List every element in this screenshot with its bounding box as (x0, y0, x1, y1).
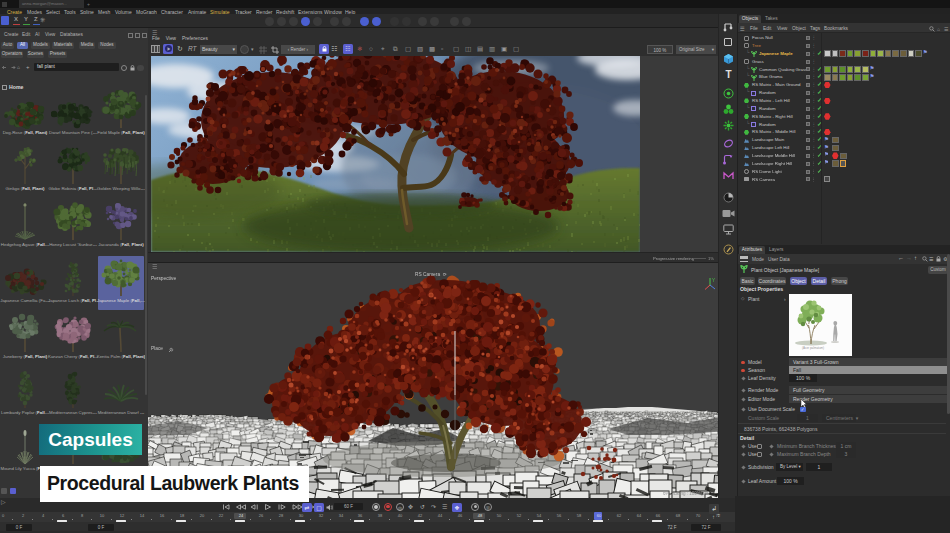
svg-text:(Acer palmatum): (Acer palmatum) (802, 346, 824, 350)
svg-text:Y: Y (712, 278, 715, 283)
